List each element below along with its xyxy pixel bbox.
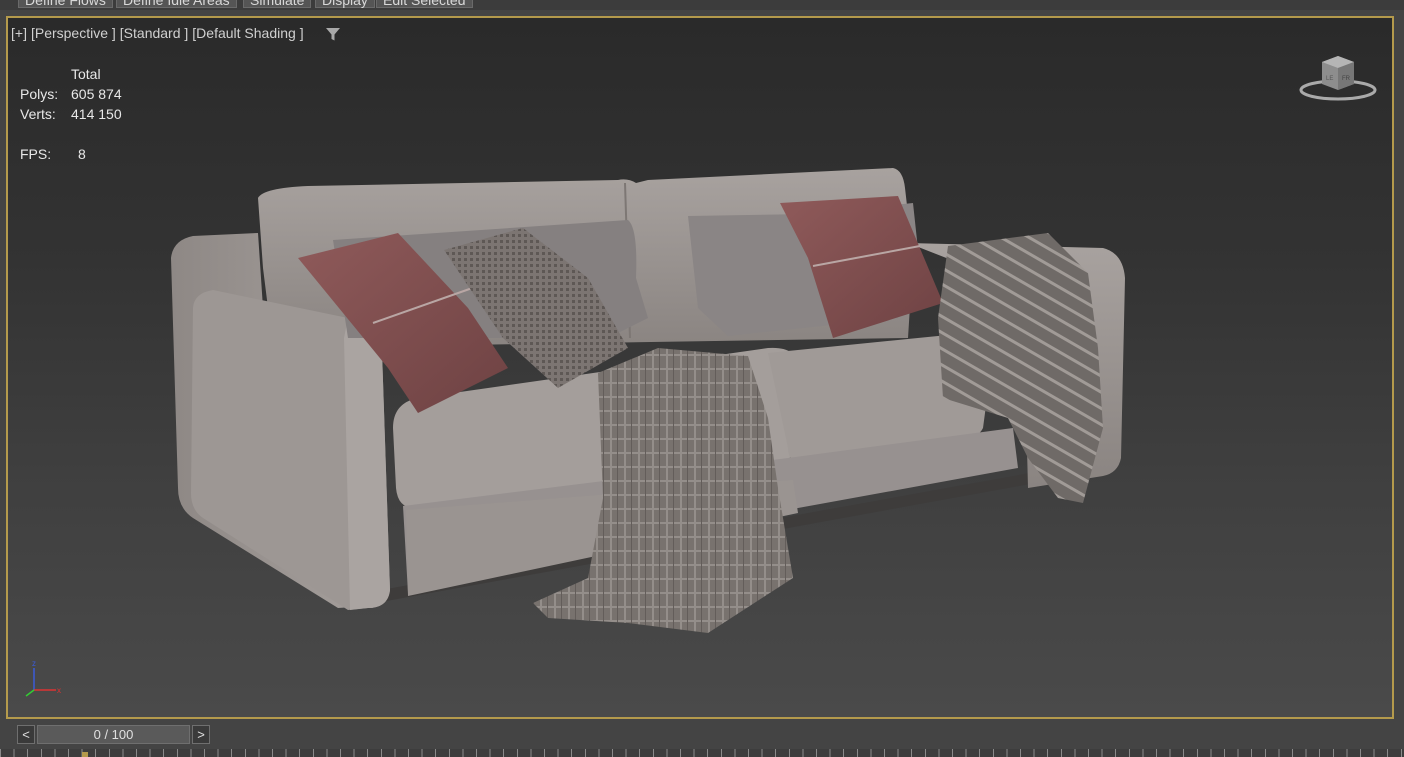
- viewport-shading[interactable]: [Default Shading ]: [192, 25, 303, 41]
- verts-value: 414 150: [71, 106, 122, 122]
- svg-text:FR: FR: [1342, 76, 1351, 82]
- tab-edit-selected[interactable]: Edit Selected: [376, 0, 473, 8]
- svg-text:LE: LE: [1326, 76, 1333, 82]
- previous-frame-button[interactable]: <: [17, 725, 35, 744]
- viewport-menu-plus[interactable]: [+]: [11, 25, 27, 41]
- tab-display[interactable]: Display: [315, 0, 375, 8]
- stats-header: Total: [71, 66, 101, 82]
- tab-define-flows[interactable]: Define Flows: [18, 0, 113, 8]
- top-tab-bar: Define Flows Define Idle Areas Simulate …: [0, 0, 1404, 10]
- viewport-label[interactable]: [+] [Perspective ] [Standard ] [Default Sha…: [11, 25, 308, 41]
- perspective-viewport[interactable]: [+] [Perspective ] [Standard ] [Default Sha…: [6, 16, 1394, 719]
- funnel-icon[interactable]: [325, 27, 341, 42]
- svg-text:x: x: [57, 686, 61, 695]
- next-frame-button[interactable]: >: [192, 725, 210, 744]
- time-slider[interactable]: 0 / 100: [37, 725, 190, 744]
- viewport-mode[interactable]: [Standard ]: [120, 25, 189, 41]
- axis-gizmo-icon: z x: [25, 659, 61, 697]
- sofa-render: [171, 168, 1125, 633]
- polys-label: Polys:: [20, 86, 59, 102]
- track-bar-ruler[interactable]: [0, 749, 1404, 757]
- current-frame-marker: [82, 752, 88, 757]
- viewport-point-of-view[interactable]: [Perspective ]: [31, 25, 116, 41]
- tab-define-idle-areas[interactable]: Define Idle Areas: [116, 0, 237, 8]
- time-slider-bar: < 0 / 100 >: [0, 719, 1404, 757]
- svg-text:z: z: [32, 659, 36, 668]
- polys-value: 605 874: [71, 86, 122, 102]
- verts-label: Verts:: [20, 106, 56, 122]
- viewcube-icon[interactable]: LE FR: [1298, 52, 1378, 104]
- fps-value: 8: [78, 146, 86, 162]
- fps-label: FPS:: [20, 146, 52, 162]
- tab-simulate[interactable]: Simulate: [243, 0, 312, 8]
- app-window: Define Flows Define Idle Areas Simulate …: [0, 0, 1404, 757]
